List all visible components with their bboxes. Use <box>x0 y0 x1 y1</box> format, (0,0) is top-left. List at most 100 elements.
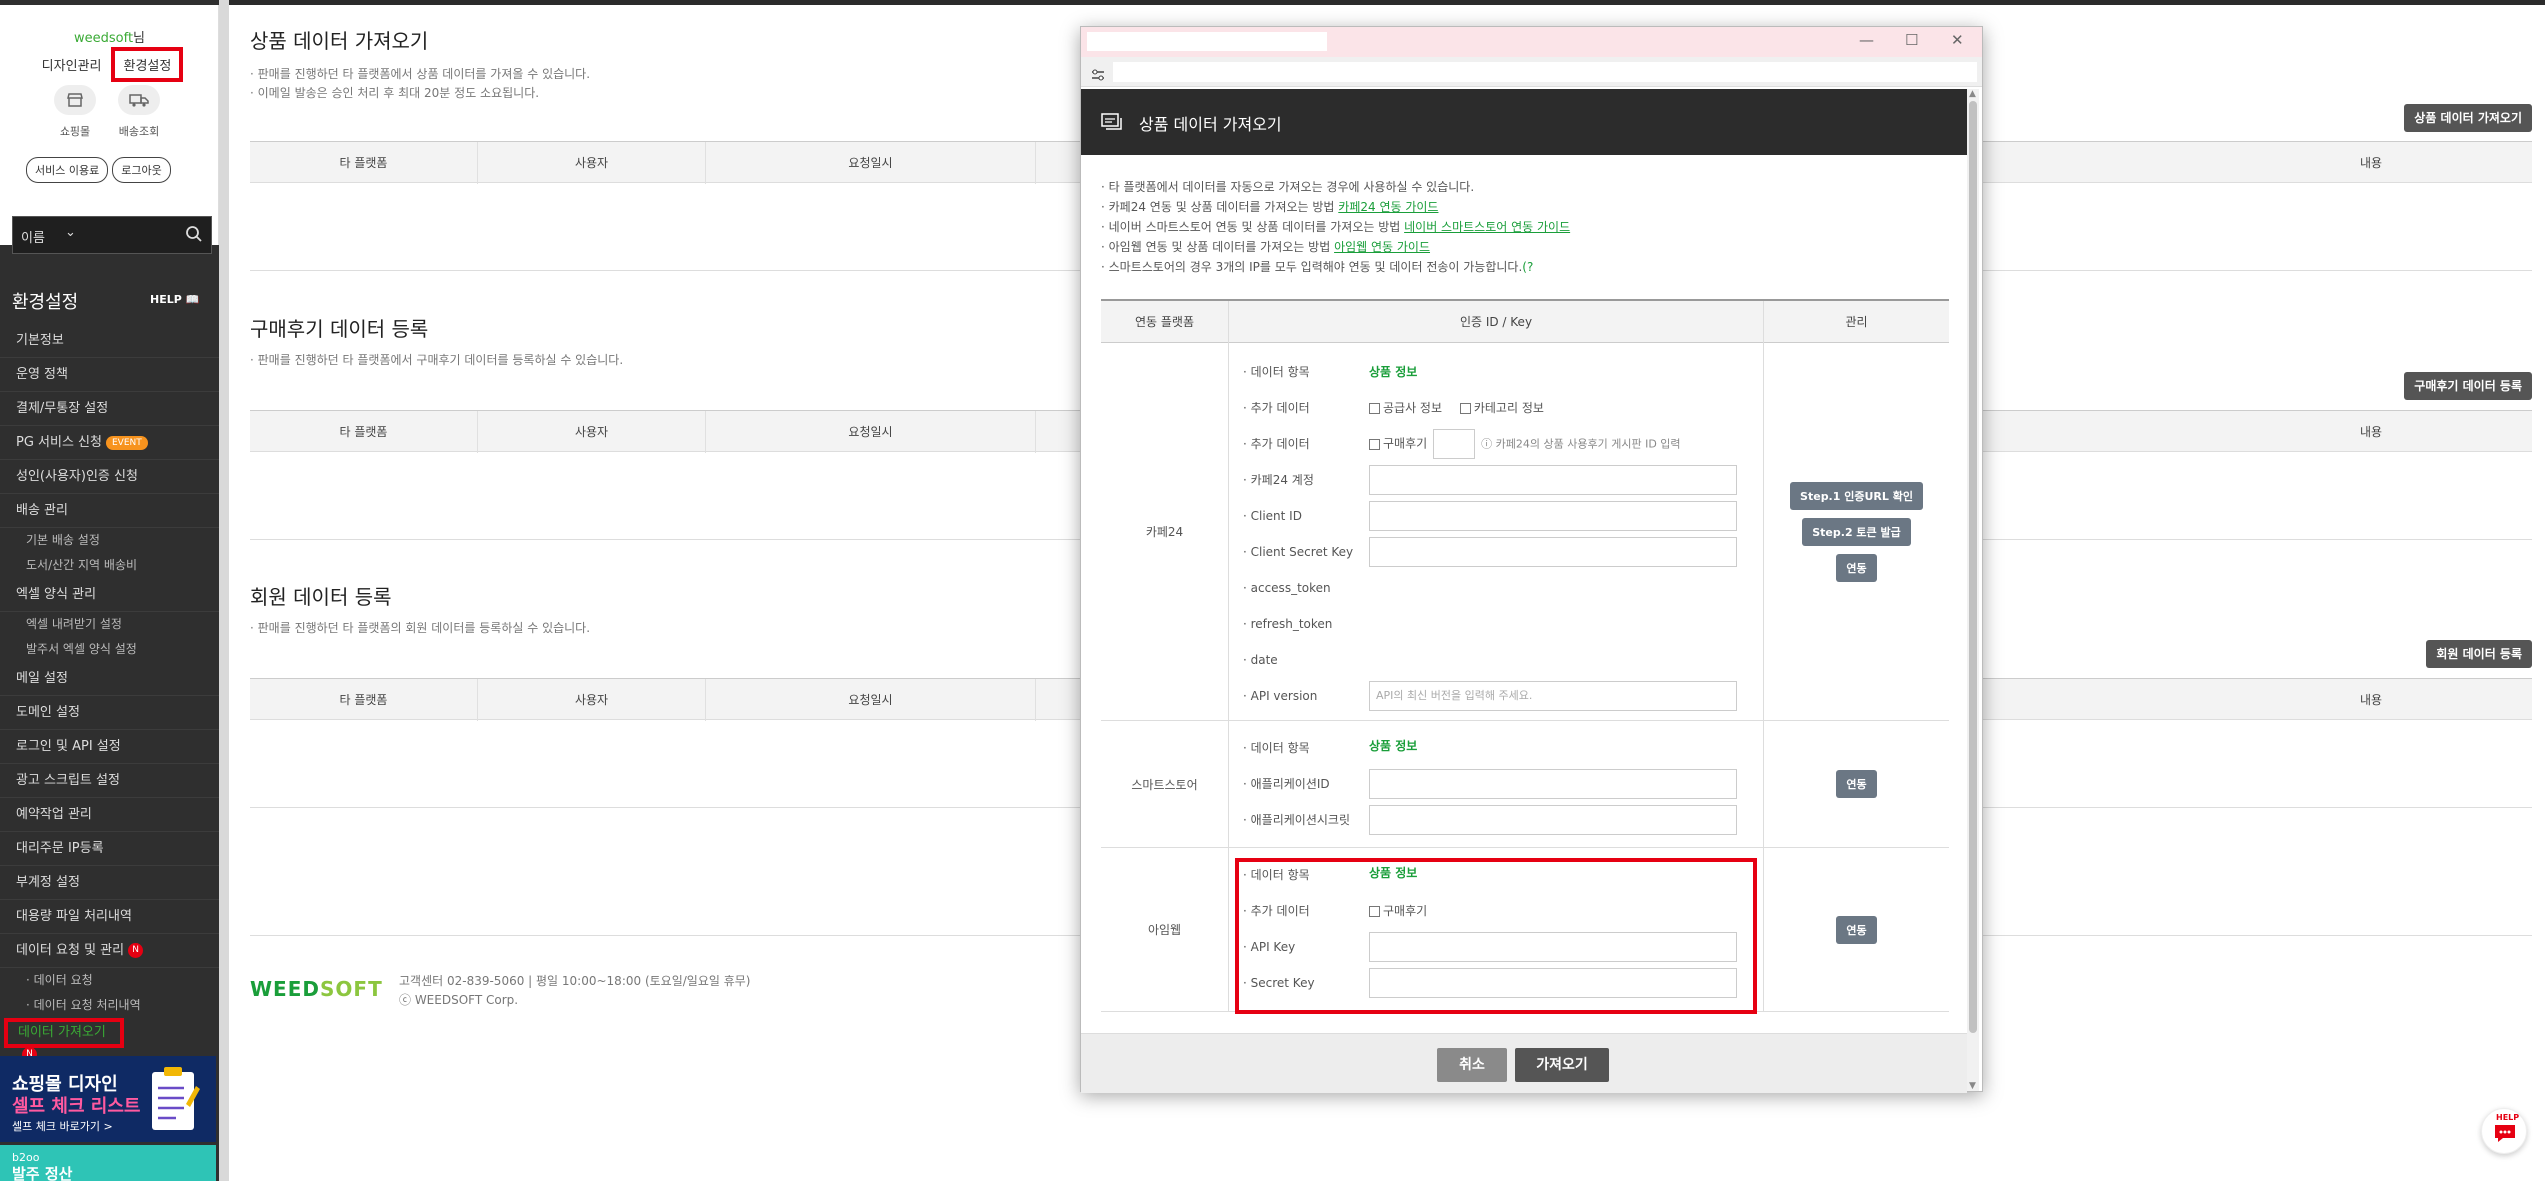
sidebar-subitem[interactable]: · 데이터 요청 <box>0 968 219 993</box>
scroll-thumb[interactable] <box>1969 101 1977 1033</box>
store-icon <box>54 85 96 115</box>
service-fee-button[interactable]: 서비스 이용료 <box>26 157 109 183</box>
cafe24-guide-link[interactable]: 카페24 연동 가이드 <box>1338 200 1438 214</box>
sidebar-item[interactable]: 도메인 설정 <box>0 696 219 730</box>
col-auth-key: 인증 ID / Key <box>1459 315 1533 329</box>
sidebar-item[interactable]: 대용량 파일 처리내역 <box>0 900 219 934</box>
scroll-down-icon[interactable]: ▼ <box>1969 1081 1976 1091</box>
cafe24-data-value: 상품 정보 <box>1369 365 1418 379</box>
tune-icon[interactable] <box>1091 66 1105 85</box>
close-icon[interactable]: ✕ <box>1951 31 1964 49</box>
review-register-button[interactable]: 구매후기 데이터 등록 <box>2404 372 2532 400</box>
search-icon[interactable] <box>185 225 203 247</box>
settings-link[interactable]: 환경설정 <box>111 47 184 82</box>
sidebar-item[interactable]: 기본정보 <box>0 324 219 358</box>
sidebar-subitem[interactable]: 기본 배송 설정 <box>0 528 219 553</box>
import-button[interactable]: 가져오기 <box>1515 1048 1609 1082</box>
sidebar-subitem[interactable]: 도서/산간 지역 배송비 <box>0 553 219 578</box>
review-checkbox[interactable] <box>1369 438 1380 450</box>
delivery-lookup-shortcut[interactable]: 배송조회 <box>116 85 162 139</box>
new-badge: N <box>128 943 144 958</box>
sidebar-item[interactable]: PG 서비스 신청 EVENT <box>0 426 219 460</box>
col-platform: 타 플랫폼 <box>250 142 478 184</box>
cafe24-account-input[interactable] <box>1369 465 1737 495</box>
cancel-button[interactable]: 취소 <box>1437 1048 1507 1082</box>
popup-notes: · 타 플랫폼에서 데이터를 자동으로 가져오는 경우에 사용하실 수 있습니다… <box>1101 177 1951 277</box>
sidebar-item-label: 발주서 엑셀 양식 설정 <box>26 642 137 656</box>
design-management-link[interactable]: 디자인관리 <box>36 51 108 78</box>
smartstore-row: 스마트스토어 · 데이터 항목 상품 정보 · 애플리케이션ID · 애플리케이… <box>1101 721 1949 848</box>
sidebar-scrollbar[interactable] <box>219 0 229 1181</box>
sidebar-item[interactable]: 데이터 요청 및 관리 N <box>0 934 219 968</box>
chevron-down-icon: ⌄ <box>65 225 76 240</box>
search-type-select[interactable]: 이름 <box>21 227 45 246</box>
maximize-icon[interactable]: ☐ <box>1905 31 1918 49</box>
sidebar-item[interactable]: 성인(사용자)인증 신청 <box>0 460 219 494</box>
product-import-button[interactable]: 상품 데이터 가져오기 <box>2404 104 2532 132</box>
category-info-checkbox[interactable] <box>1459 403 1471 414</box>
sidebar-subitem[interactable]: 발주서 엑셀 양식 설정 <box>0 637 219 662</box>
sidebar: weedsoft님 디자인관리 환경설정 쇼핑몰 배송조회 서비스 이용료 로그아웃… <box>0 0 219 1181</box>
popup-url-field[interactable] <box>1113 62 1977 82</box>
sidebar-item[interactable]: 광고 스크립트 설정 <box>0 764 219 798</box>
app-secret-input[interactable] <box>1369 805 1737 835</box>
sidebar-top-panel: weedsoft님 디자인관리 환경설정 쇼핑몰 배송조회 서비스 이용료 로그아웃 <box>0 5 219 245</box>
api-version-input[interactable]: API의 최신 버전을 입력해 주세요. <box>1369 681 1737 711</box>
step1-auth-url-button[interactable]: Step.1 인증URL 확인 <box>1790 481 1923 510</box>
step2-token-button[interactable]: Step.2 토큰 발급 <box>1802 517 1911 546</box>
sidebar-item-data-import[interactable]: 데이터 가져오기N <box>4 1018 124 1062</box>
logout-button[interactable]: 로그아웃 <box>112 157 171 183</box>
help-link[interactable]: HELP 📖 <box>150 293 199 306</box>
cafe24-actions: Step.1 인증URL 확인 Step.2 토큰 발급 연동 <box>1763 343 1949 720</box>
sidebar-item-label: · 데이터 요청 처리내역 <box>26 998 141 1012</box>
popup-scrollbar[interactable]: ▲ ▼ <box>1967 89 1979 1091</box>
sidebar-item[interactable]: 메일 설정 <box>0 662 219 696</box>
cafe24-link-button[interactable]: 연동 <box>1836 553 1877 582</box>
sidebar-item[interactable]: 엑셀 양식 관리 <box>0 578 219 612</box>
client-id-label: · Client ID <box>1243 509 1302 523</box>
shopping-mall-shortcut[interactable]: 쇼핑몰 <box>52 85 98 139</box>
order-settlement-banner[interactable]: b2oo 발주 정산 <box>0 1145 216 1181</box>
col-platform: 타 플랫폼 <box>250 679 478 721</box>
sidebar-item[interactable]: 운영 정책 <box>0 358 219 392</box>
sidebar-item[interactable]: 배송 관리 <box>0 494 219 528</box>
sidebar-item[interactable]: 부계정 설정 <box>0 866 219 900</box>
imweb-guide-link[interactable]: 아임웹 연동 가이드 <box>1334 240 1430 254</box>
imweb-link-button[interactable]: 연동 <box>1836 915 1877 944</box>
col-manage: 관리 <box>1763 301 1949 343</box>
sidebar-quick-icons: 쇼핑몰 배송조회 <box>48 85 178 145</box>
client-id-input[interactable] <box>1369 501 1737 531</box>
banner2-title: 발주 정산 <box>12 1165 73 1181</box>
review-board-id-input[interactable] <box>1433 429 1476 459</box>
smartstore-data-value: 상품 정보 <box>1369 739 1418 753</box>
help-chat-button[interactable]: HELP <box>2481 1108 2527 1154</box>
note-text: · 카페24 연동 및 상품 데이터를 가져오는 방법 <box>1101 200 1339 214</box>
supplier-info-checkbox[interactable] <box>1369 403 1380 414</box>
col-requested-at: 요청일시 <box>706 411 1036 453</box>
minimize-icon[interactable]: — <box>1859 31 1874 49</box>
sidebar-top-links: 디자인관리 환경설정 <box>0 47 219 82</box>
sidebar-item[interactable]: 로그인 및 API 설정 <box>0 730 219 764</box>
design-checklist-banner[interactable]: 쇼핑몰 디자인 셀프 체크 리스트 셀프 체크 바로가기 > <box>0 1056 216 1142</box>
review-label: 구매후기 <box>1383 436 1428 451</box>
client-secret-input[interactable] <box>1369 537 1737 567</box>
sidebar-item[interactable]: 대리주문 IP등록 <box>0 832 219 866</box>
sidebar-item[interactable]: 결제/무통장 설정 <box>0 392 219 426</box>
note-line: · 스마트스토어의 경우 3개의 IP를 모두 입력해야 연동 및 데이터 전송… <box>1101 257 1951 277</box>
smartstore-link-button[interactable]: 연동 <box>1836 770 1877 798</box>
info-icon[interactable]: (? <box>1522 260 1533 274</box>
col-platform: 타 플랫폼 <box>250 411 478 453</box>
cafe24-extra-options: 공급사 정보 카테고리 정보 <box>1369 395 1544 421</box>
imweb-highlight-box <box>1235 858 1757 1014</box>
member-register-button[interactable]: 회원 데이터 등록 <box>2426 640 2532 668</box>
sidebar-item-label: 대리주문 IP등록 <box>16 841 104 856</box>
sidebar-item[interactable]: 예약작업 관리 <box>0 798 219 832</box>
sidebar-subitem[interactable]: · 데이터 요청 처리내역 <box>0 993 219 1018</box>
scroll-up-icon[interactable]: ▲ <box>1969 89 1976 99</box>
smartstore-guide-link[interactable]: 네이버 스마트스토어 연동 가이드 <box>1404 220 1570 234</box>
banner-link: 셀프 체크 바로가기 > <box>12 1120 113 1133</box>
app-id-input[interactable] <box>1369 769 1737 799</box>
col-linked-platform: 연동 플랫폼 <box>1101 301 1229 343</box>
col-user: 사용자 <box>478 411 706 453</box>
sidebar-subitem[interactable]: 엑셀 내려받기 설정 <box>0 612 219 637</box>
